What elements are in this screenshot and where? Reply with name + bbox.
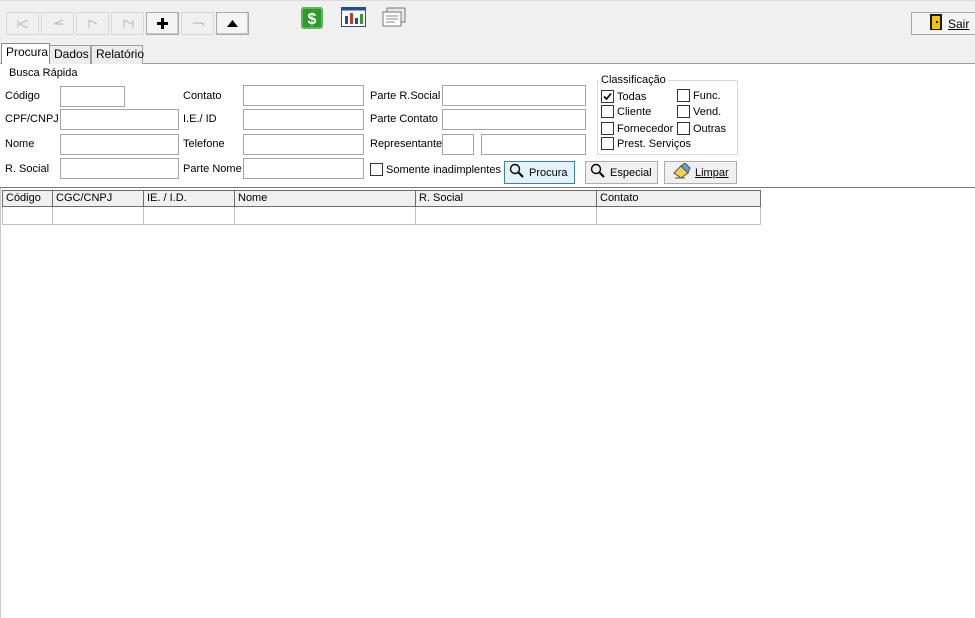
- last-record-button[interactable]: [111, 12, 144, 35]
- delete-icon: [192, 21, 204, 27]
- magnifier-icon: [509, 163, 525, 182]
- exit-door-icon: [930, 14, 942, 33]
- chart-icon[interactable]: [341, 7, 366, 29]
- sair-label: Sair: [948, 16, 970, 31]
- grid-cell[interactable]: [235, 207, 416, 225]
- post-record-button[interactable]: [216, 12, 249, 35]
- checkmark-icon: [603, 92, 612, 101]
- insert-icon: [157, 18, 168, 29]
- dollar-icon[interactable]: $: [301, 7, 325, 29]
- parte-contato-field[interactable]: [442, 109, 586, 130]
- toolbar: $ Sair: [0, 0, 975, 42]
- procura-label: Procura: [529, 166, 568, 179]
- representante-code-field[interactable]: [442, 134, 474, 155]
- insert-record-button[interactable]: [146, 12, 179, 35]
- nome-label: Nome: [5, 138, 35, 150]
- column-header-cgc-cnpj[interactable]: CGC/CNPJ: [53, 190, 144, 207]
- parte-contato-label: Parte Contato: [370, 113, 438, 125]
- first-icon: [17, 19, 29, 29]
- ie-id-label: I.E./ ID: [183, 113, 217, 125]
- limpar-button[interactable]: Limpar: [664, 161, 737, 184]
- delete-record-button[interactable]: [181, 12, 214, 35]
- contato-label: Contato: [183, 90, 222, 102]
- tab-dados[interactable]: Dados: [49, 45, 91, 64]
- todas-checkbox[interactable]: [601, 90, 614, 103]
- parte-r-social-label: Parte R.Social: [370, 90, 441, 102]
- next-record-button[interactable]: [76, 12, 109, 35]
- codigo-label: Código: [5, 90, 40, 102]
- grid-cell[interactable]: [416, 207, 597, 225]
- svg-text:$: $: [308, 11, 317, 28]
- eraser-icon: [673, 162, 691, 182]
- tab-relatorio[interactable]: Relatório: [91, 45, 144, 64]
- func-checkbox[interactable]: [677, 89, 690, 102]
- procura-button[interactable]: Procura: [504, 161, 575, 184]
- column-header-r-social[interactable]: R. Social: [416, 190, 597, 207]
- contato-field[interactable]: [243, 85, 364, 106]
- column-header-codigo[interactable]: Código: [2, 190, 53, 207]
- somente-inadimplentes-checkbox[interactable]: [370, 163, 383, 176]
- last-icon: [122, 19, 134, 29]
- parte-r-social-field[interactable]: [442, 85, 586, 106]
- r-social-label: R. Social: [5, 163, 50, 175]
- up-arrow-icon: [227, 20, 238, 27]
- tab-procura[interactable]: Procura: [1, 43, 50, 64]
- func-label: Func.: [693, 90, 721, 102]
- prior-record-button[interactable]: [41, 12, 74, 35]
- representante-name-field[interactable]: [481, 134, 586, 155]
- especial-label: Especial: [610, 166, 652, 179]
- todas-label: Todas: [617, 91, 647, 103]
- representante-label: Representante: [370, 138, 443, 150]
- limpar-label: Limpar: [695, 166, 729, 179]
- outras-label: Outras: [693, 123, 727, 135]
- fornecedor-checkbox[interactable]: [601, 122, 614, 135]
- grid-cell[interactable]: [53, 207, 144, 225]
- grid-left-border: [0, 188, 1, 618]
- classificacao-title: Classificação: [599, 74, 668, 86]
- parte-nome-field[interactable]: [243, 158, 364, 179]
- ie-id-field[interactable]: [243, 109, 364, 130]
- column-header-ie-id[interactable]: IE. / I.D.: [144, 190, 235, 207]
- column-header-contato[interactable]: Contato: [597, 190, 761, 207]
- prior-icon: [52, 19, 64, 29]
- parte-nome-label: Parte Nome: [183, 163, 242, 175]
- grid-cell[interactable]: [2, 207, 53, 225]
- codigo-field[interactable]: [60, 86, 125, 107]
- cpf-cnpj-label: CPF/CNPJ: [5, 113, 59, 125]
- outras-checkbox[interactable]: [677, 122, 690, 135]
- grid-cell[interactable]: [144, 207, 235, 225]
- especial-button[interactable]: Especial: [585, 161, 658, 184]
- report-icon[interactable]: [381, 7, 406, 29]
- cpf-cnpj-field[interactable]: [60, 109, 179, 130]
- busca-rapida-title: Busca Rápida: [7, 67, 80, 79]
- magnifier-icon: [590, 163, 606, 182]
- next-icon: [87, 19, 99, 29]
- r-social-field[interactable]: [60, 158, 179, 179]
- sair-button[interactable]: Sair: [911, 12, 975, 35]
- nome-field[interactable]: [60, 134, 179, 155]
- vend-label: Vend.: [693, 106, 722, 118]
- telefone-label: Telefone: [183, 138, 225, 150]
- fornecedor-label: Fornecedor: [617, 123, 674, 135]
- prest-servicos-checkbox[interactable]: [601, 137, 614, 150]
- grid-cell[interactable]: [597, 207, 761, 225]
- column-header-nome[interactable]: Nome: [235, 190, 416, 207]
- first-record-button[interactable]: [6, 12, 39, 35]
- prest-servicos-label: Prest. Serviços: [617, 138, 691, 150]
- vend-checkbox[interactable]: [677, 105, 690, 118]
- cliente-checkbox[interactable]: [601, 105, 614, 118]
- cliente-label: Cliente: [617, 106, 652, 118]
- telefone-field[interactable]: [243, 134, 364, 155]
- results-grid[interactable]: [0, 187, 975, 618]
- somente-inadimplentes-label: Somente inadimplentes: [386, 164, 501, 176]
